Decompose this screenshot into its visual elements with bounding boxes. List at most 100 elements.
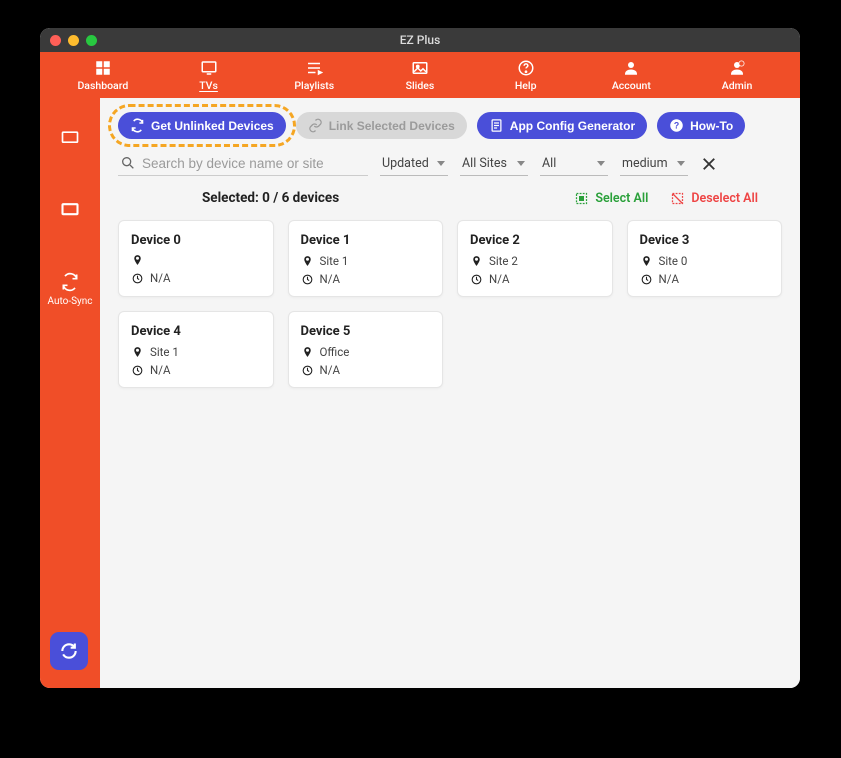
location-icon	[301, 346, 314, 359]
device-name: Device 1	[301, 233, 431, 248]
button-label: Link Selected Devices	[329, 119, 455, 133]
device-site: Site 2	[489, 254, 518, 268]
monitor-outline-icon	[60, 128, 80, 148]
device-name: Device 0	[131, 233, 261, 248]
action-toolbar: Get Unlinked Devices Link Selected Devic…	[118, 112, 782, 139]
device-status: N/A	[150, 363, 170, 377]
maximize-window-button[interactable]	[86, 35, 97, 46]
size-dropdown[interactable]: medium	[620, 152, 688, 176]
location-icon	[301, 255, 314, 268]
sidebar-label: Auto-Sync	[47, 296, 92, 307]
device-name: Device 4	[131, 324, 261, 339]
device-status: N/A	[320, 363, 340, 377]
nav-dashboard[interactable]: Dashboard	[58, 59, 148, 92]
nav-label: Admin	[722, 79, 753, 92]
get-unlinked-devices-button[interactable]: Get Unlinked Devices	[118, 112, 286, 139]
device-card[interactable]: Device 2 Site 2 N/A	[457, 220, 613, 297]
device-status-row: N/A	[301, 363, 431, 377]
button-label: App Config Generator	[510, 119, 635, 133]
site-dropdown[interactable]: All Sites	[460, 152, 528, 176]
device-site-row: Site 0	[640, 254, 770, 268]
admin-icon	[728, 59, 746, 77]
nav-label: Account	[612, 79, 651, 92]
device-card[interactable]: Device 3 Site 0 N/A	[627, 220, 783, 297]
nav-slides[interactable]: Slides	[375, 59, 465, 92]
device-site: Site 1	[320, 254, 349, 268]
button-label: Get Unlinked Devices	[151, 119, 274, 133]
device-status-row: N/A	[131, 363, 261, 377]
nav-label: Slides	[406, 79, 435, 92]
playlist-icon	[305, 59, 323, 77]
device-site-row	[131, 254, 261, 267]
nav-help[interactable]: Help	[481, 59, 571, 92]
slides-icon	[411, 59, 429, 77]
link-selected-devices-button: Link Selected Devices	[296, 112, 467, 139]
close-window-button[interactable]	[50, 35, 61, 46]
how-to-button[interactable]: ? How-To	[657, 112, 745, 139]
refresh-fab[interactable]	[50, 632, 88, 670]
nav-label: TVs	[199, 79, 218, 92]
minimize-window-button[interactable]	[68, 35, 79, 46]
tv-icon	[200, 59, 218, 77]
account-icon	[622, 59, 640, 77]
chevron-down-icon	[676, 158, 686, 168]
button-label: Select All	[595, 191, 648, 206]
app-window: EZ Plus Dashboard TVs Playlists Slides H…	[40, 28, 800, 688]
deselect-all-icon	[670, 191, 685, 206]
chevron-down-icon	[516, 158, 526, 168]
svg-text:?: ?	[674, 121, 679, 131]
status-icon	[301, 364, 314, 377]
search-input[interactable]	[142, 156, 366, 171]
location-icon	[131, 346, 144, 359]
deselect-all-button[interactable]: Deselect All	[670, 191, 758, 206]
status-dropdown[interactable]: All	[540, 152, 608, 176]
device-site: Site 0	[659, 254, 688, 268]
selection-row: Selected: 0 / 6 devices Select All Desel…	[118, 190, 782, 206]
main-content: Get Unlinked Devices Link Selected Devic…	[100, 98, 800, 688]
sort-dropdown[interactable]: Updated	[380, 152, 448, 176]
app-config-generator-button[interactable]: App Config Generator	[477, 112, 647, 139]
sync-icon	[60, 272, 80, 292]
nav-tvs[interactable]: TVs	[164, 59, 254, 92]
select-all-icon	[574, 191, 589, 206]
chevron-down-icon	[596, 158, 606, 168]
nav-label: Playlists	[294, 79, 334, 92]
dropdown-value: All Sites	[462, 156, 507, 171]
sync-icon	[130, 118, 145, 133]
sidebar-item-autosync[interactable]: Auto-Sync	[47, 272, 92, 307]
sidebar-item-screen1[interactable]	[60, 128, 80, 152]
dropdown-value: medium	[622, 156, 668, 171]
device-status-row: N/A	[131, 271, 261, 285]
refresh-icon	[59, 641, 79, 661]
device-site-row: Office	[301, 345, 431, 359]
status-icon	[470, 273, 483, 286]
sidebar-item-screen2[interactable]	[60, 200, 80, 224]
nav-playlists[interactable]: Playlists	[269, 59, 359, 92]
device-card[interactable]: Device 5 Office N/A	[288, 311, 444, 388]
device-status: N/A	[489, 272, 509, 286]
device-name: Device 5	[301, 324, 431, 339]
search-input-wrap[interactable]	[118, 151, 368, 176]
location-icon	[131, 254, 144, 267]
monitor-bold-icon	[60, 200, 80, 220]
dropdown-value: Updated	[382, 156, 429, 171]
clear-filters-icon[interactable]	[700, 155, 718, 173]
nav-label: Dashboard	[77, 79, 128, 92]
traffic-lights	[50, 35, 97, 46]
device-status: N/A	[150, 271, 170, 285]
selection-count: Selected: 0 / 6 devices	[122, 190, 574, 206]
device-card[interactable]: Device 4 Site 1 N/A	[118, 311, 274, 388]
status-icon	[131, 364, 144, 377]
device-status-row: N/A	[470, 272, 600, 286]
nav-admin[interactable]: Admin	[692, 59, 782, 92]
window-title: EZ Plus	[40, 33, 800, 47]
status-icon	[131, 272, 144, 285]
select-all-button[interactable]: Select All	[574, 191, 648, 206]
device-card[interactable]: Device 0 N/A	[118, 220, 274, 297]
help-icon	[517, 59, 535, 77]
device-card[interactable]: Device 1 Site 1 N/A	[288, 220, 444, 297]
device-site: Site 1	[150, 345, 179, 359]
device-site: Office	[320, 345, 350, 359]
nav-account[interactable]: Account	[586, 59, 676, 92]
sidebar: Auto-Sync	[40, 98, 100, 688]
